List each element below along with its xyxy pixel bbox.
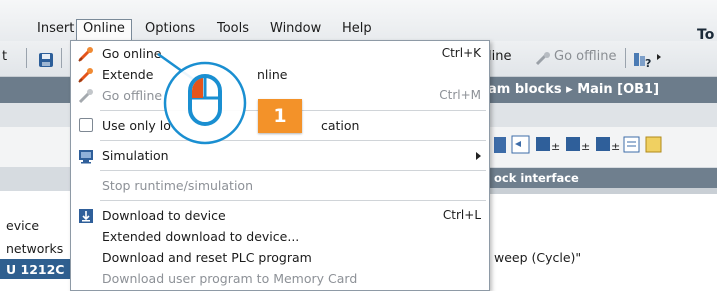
toolbar-overflow-arrow[interactable] xyxy=(657,54,661,60)
toolbar-separator xyxy=(625,48,626,68)
go-online-button-fragment[interactable]: line xyxy=(488,49,511,64)
menu-item-extended-go-online[interactable]: Extende nline xyxy=(71,64,489,85)
project-tree-item[interactable]: evice xyxy=(6,218,39,233)
svg-text:±: ± xyxy=(551,140,560,153)
download-shortcut: Ctrl+L xyxy=(442,208,481,222)
download-to-device-label: Download to device xyxy=(102,208,226,223)
svg-text:±: ± xyxy=(581,140,590,153)
menu-window[interactable]: Window xyxy=(270,20,321,40)
go-online-shortcut: Ctrl+K xyxy=(441,46,481,60)
block-interface-header: ock interface xyxy=(490,168,717,188)
save-icon[interactable] xyxy=(38,52,54,68)
menu-item-simulation[interactable]: Simulation xyxy=(71,145,489,166)
extended-go-online-icon xyxy=(78,68,93,83)
online-menu: Go online Ctrl+K Extende nline Go offlin… xyxy=(70,40,490,291)
extended-go-online-label: Extende xyxy=(102,67,154,82)
step-badge: 1 xyxy=(258,99,302,133)
menu-item-extended-download[interactable]: Extended download to device... xyxy=(71,226,489,247)
project-tree-item-selected[interactable]: U 1212C D xyxy=(6,262,79,277)
extended-download-label: Extended download to device... xyxy=(102,229,300,244)
use-local-network-label-tail: cation xyxy=(321,118,360,133)
toolbar-separator xyxy=(61,48,62,68)
go-offline-shortcut: Ctrl+M xyxy=(439,88,481,102)
code-pane xyxy=(490,194,717,291)
go-offline-icon xyxy=(78,89,93,104)
menu-options[interactable]: Options xyxy=(145,20,195,40)
extended-go-online-label-tail: nline xyxy=(257,67,288,82)
menu-separator xyxy=(100,170,486,171)
menu-help[interactable]: Help xyxy=(342,20,372,40)
network-title-fragment: weep (Cycle)" xyxy=(494,250,582,265)
go-offline-icon xyxy=(535,52,550,66)
stop-runtime-label: Stop runtime/simulation xyxy=(102,178,253,193)
go-offline-button[interactable]: Go offline xyxy=(554,49,617,64)
mouse-icon xyxy=(188,74,222,126)
editor-toolbar-icons[interactable]: ± ± ± xyxy=(494,133,716,157)
submenu-arrow-icon xyxy=(476,152,481,160)
download-memory-card-label: Download user program to Memory Card xyxy=(102,271,358,286)
breadcrumb: am blocks ▸ Main [OB1] xyxy=(488,82,660,97)
download-reset-label: Download and reset PLC program xyxy=(102,250,312,265)
callout-overlay xyxy=(157,52,247,145)
download-icon xyxy=(79,209,93,223)
menu-bar: Insert Online Options Tools Window Help … xyxy=(0,0,717,43)
menu-tools[interactable]: Tools xyxy=(217,20,249,40)
menu-online[interactable]: Online xyxy=(76,19,132,41)
menu-item-stop-runtime[interactable]: Stop runtime/simulation xyxy=(71,175,489,196)
menu-item-download-reset[interactable]: Download and reset PLC program xyxy=(71,247,489,268)
go-online-icon xyxy=(78,47,93,62)
menu-item-download-memory-card[interactable]: Download user program to Memory Card xyxy=(71,268,489,289)
simulation-icon xyxy=(79,150,93,164)
svg-text:?: ? xyxy=(645,57,651,70)
menu-insert[interactable]: Insert xyxy=(37,20,74,40)
menu-item-go-online[interactable]: Go online Ctrl+K xyxy=(71,43,489,64)
checkbox-icon[interactable] xyxy=(79,118,93,132)
project-tree-item[interactable]: networks xyxy=(6,241,63,256)
svg-text:±: ± xyxy=(611,140,620,153)
toolbar-separator xyxy=(26,48,27,68)
accessible-devices-icon[interactable]: ? xyxy=(631,50,655,70)
toolbar-fragment: t xyxy=(2,49,8,64)
menu-item-download-to-device[interactable]: Download to device Ctrl+L xyxy=(71,205,489,226)
menu-separator xyxy=(100,200,486,201)
